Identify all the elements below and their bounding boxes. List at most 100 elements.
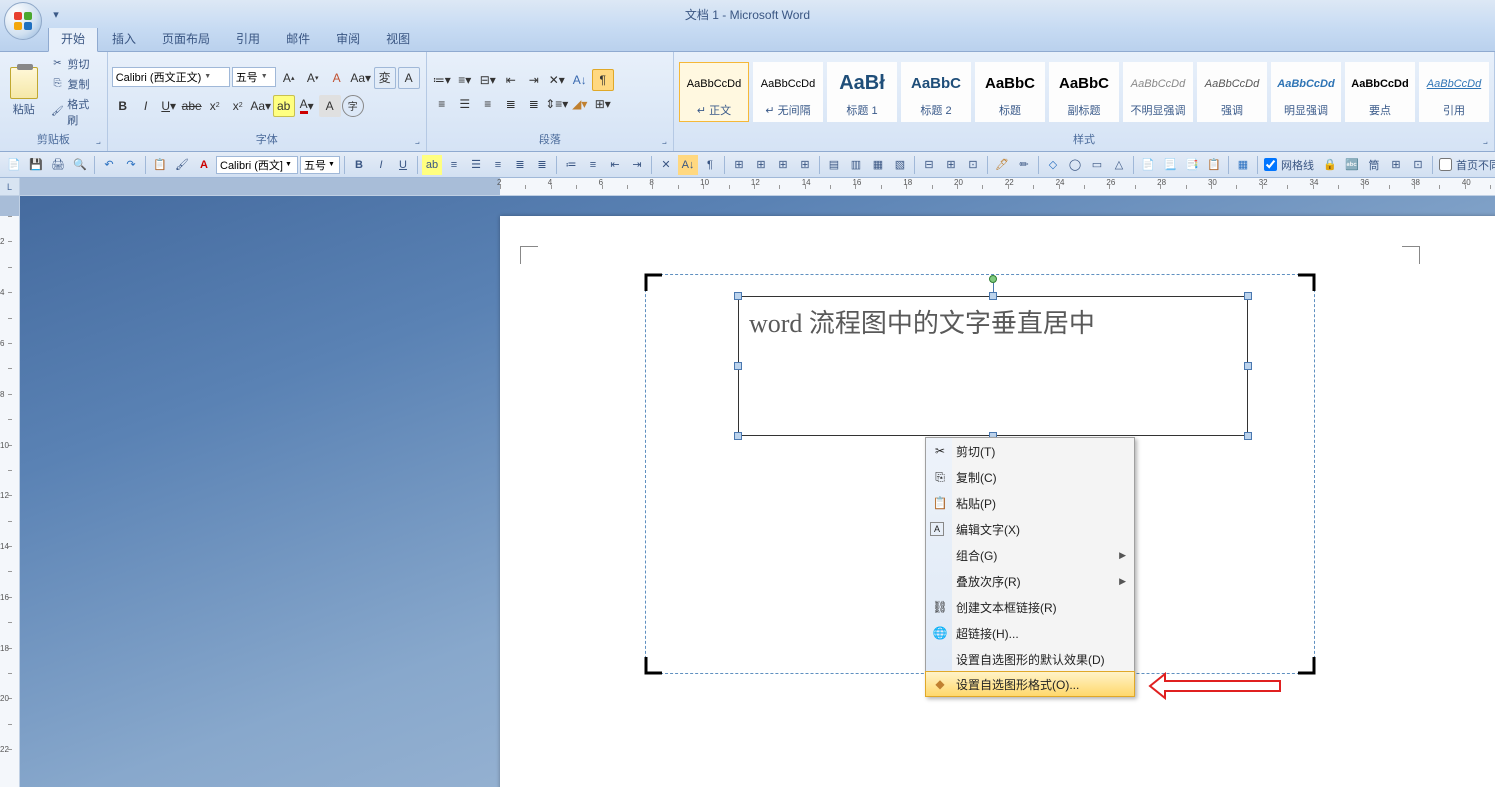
tab-layout[interactable]: 页面布局: [150, 26, 222, 51]
tb-align-left-icon[interactable]: ≡: [444, 155, 464, 175]
tb-merge1-icon[interactable]: ⊟: [919, 155, 939, 175]
resize-handle[interactable]: [734, 362, 742, 370]
tb-merge3-icon[interactable]: ⊡: [963, 155, 983, 175]
tb-misc3-icon[interactable]: ¶: [700, 155, 720, 175]
change-case-button[interactable]: Aa▾: [350, 67, 372, 89]
tb-indent-icon[interactable]: ⇥: [627, 155, 647, 175]
indent-inc-button[interactable]: ⇥: [523, 69, 545, 91]
tab-view[interactable]: 视图: [374, 26, 422, 51]
canvas-corner-icon[interactable]: [1296, 273, 1316, 293]
style-emphasis[interactable]: AaBbCcDd强调: [1197, 62, 1267, 122]
style-heading2[interactable]: AaBbC标题 2: [901, 62, 971, 122]
char-border-button[interactable]: A: [398, 67, 420, 89]
style-heading1[interactable]: AaBł标题 1: [827, 62, 897, 122]
resize-handle[interactable]: [734, 292, 742, 300]
tb-shape1-icon[interactable]: ◇: [1043, 155, 1063, 175]
ctx-cut[interactable]: ✂剪切(T): [926, 438, 1134, 464]
ctx-create-link[interactable]: ⛓创建文本框链接(R): [926, 594, 1134, 620]
tb-draw2-icon[interactable]: ✏: [1014, 155, 1034, 175]
tb-print-icon[interactable]: 🖨: [48, 155, 68, 175]
office-button[interactable]: [4, 2, 42, 40]
tb-more1-icon[interactable]: ⊞: [1386, 155, 1406, 175]
tb-size-combo[interactable]: 五号▼: [300, 156, 340, 174]
style-subtitle[interactable]: AaBbC副标题: [1049, 62, 1119, 122]
multilevel-button[interactable]: ⊟▾: [477, 69, 499, 91]
tb-table2-icon[interactable]: ⊞: [751, 155, 771, 175]
ctx-hyperlink[interactable]: 🌐超链接(H)...: [926, 620, 1134, 646]
tb-doc3-icon[interactable]: 📑: [1182, 155, 1202, 175]
shrink-font-button[interactable]: A▾: [302, 67, 324, 89]
underline-button[interactable]: U▾: [158, 95, 180, 117]
tb-rows3-icon[interactable]: ▦: [868, 155, 888, 175]
ctx-order[interactable]: 叠放次序(R)▶: [926, 568, 1134, 594]
tb-shape3-icon[interactable]: ▭: [1087, 155, 1107, 175]
tb-misc2-icon[interactable]: A↓: [678, 155, 698, 175]
align-justify-button[interactable]: ≣: [500, 93, 522, 115]
resize-handle[interactable]: [734, 432, 742, 440]
tb-align-justify-icon[interactable]: ≣: [510, 155, 530, 175]
enclose-char-button[interactable]: 字: [342, 95, 364, 117]
tb-align-center-icon[interactable]: ☰: [466, 155, 486, 175]
show-marks-button[interactable]: ¶: [592, 69, 614, 91]
tb-doc4-icon[interactable]: 📋: [1204, 155, 1224, 175]
clear-format-button[interactable]: A: [326, 67, 348, 89]
tab-insert[interactable]: 插入: [100, 26, 148, 51]
ctx-paste[interactable]: 📋粘贴(P): [926, 490, 1134, 516]
bullets-button[interactable]: ≔▾: [431, 69, 453, 91]
highlight-button[interactable]: ab: [273, 95, 295, 117]
tb-highlight-icon[interactable]: ab: [422, 155, 442, 175]
canvas-corner-icon[interactable]: [644, 655, 664, 675]
style-normal[interactable]: AaBbCcDd↵ 正文: [679, 62, 749, 122]
rotate-handle[interactable]: [989, 275, 997, 283]
tb-preview-icon[interactable]: 🔍: [70, 155, 90, 175]
tb-font-color-icon[interactable]: A: [194, 155, 214, 175]
tb-draw1-icon[interactable]: 🖊: [992, 155, 1012, 175]
numbering-button[interactable]: ≡▾: [454, 69, 476, 91]
tab-mailings[interactable]: 邮件: [274, 26, 322, 51]
tb-redo-icon[interactable]: ↷: [121, 155, 141, 175]
canvas-corner-icon[interactable]: [644, 273, 664, 293]
canvas-corner-icon[interactable]: [1296, 655, 1316, 675]
align-distribute-button[interactable]: ≣: [523, 93, 545, 115]
paste-button[interactable]: 粘贴: [4, 57, 43, 127]
ctx-group[interactable]: 组合(G)▶: [926, 542, 1134, 568]
tab-review[interactable]: 审阅: [324, 26, 372, 51]
tb-bold-icon[interactable]: B: [349, 155, 369, 175]
tb-grid-icon[interactable]: ▦: [1233, 155, 1253, 175]
resize-handle[interactable]: [989, 292, 997, 300]
tb-undo-icon[interactable]: ↶: [99, 155, 119, 175]
text-box[interactable]: word 流程图中的文字垂直居中: [738, 296, 1248, 436]
ctx-edit-text[interactable]: A编辑文字(X): [926, 516, 1134, 542]
grow-font-button[interactable]: A▴: [278, 67, 300, 89]
document-area[interactable]: word 流程图中的文字垂直居中 ✂剪切(T) ⎘复制(C) 📋粘贴(P) A编…: [20, 196, 1495, 787]
resize-handle[interactable]: [1244, 432, 1252, 440]
style-intense-emph[interactable]: AaBbCcDd明显强调: [1271, 62, 1341, 122]
tb-outdent-icon[interactable]: ⇤: [605, 155, 625, 175]
borders-button[interactable]: ⊞▾: [592, 93, 614, 115]
superscript-button[interactable]: x2: [227, 95, 249, 117]
tb-table1-icon[interactable]: ⊞: [729, 155, 749, 175]
align-right-button[interactable]: ≡: [477, 93, 499, 115]
styles-gallery[interactable]: AaBbCcDd↵ 正文 AaBbCcDd↵ 无间隔 AaBł标题 1 AaBb…: [678, 54, 1490, 129]
tb-numbering-icon[interactable]: ≡: [583, 155, 603, 175]
text-effects-button[interactable]: Aa▾: [250, 95, 272, 117]
tab-references[interactable]: 引用: [224, 26, 272, 51]
phonetic-guide-button[interactable]: 変: [374, 67, 396, 89]
tb-font-combo[interactable]: Calibri (西文]▼: [216, 156, 298, 174]
bold-button[interactable]: B: [112, 95, 134, 117]
sort-button[interactable]: A↓: [569, 69, 591, 91]
tb-table3-icon[interactable]: ⊞: [773, 155, 793, 175]
tb-shape2-icon[interactable]: ◯: [1065, 155, 1085, 175]
indent-dec-button[interactable]: ⇤: [500, 69, 522, 91]
tb-replace-icon[interactable]: 筒: [1364, 155, 1384, 175]
text-box-content[interactable]: word 流程图中的文字垂直居中: [739, 297, 1247, 346]
resize-handle[interactable]: [1244, 292, 1252, 300]
style-strong[interactable]: AaBbCcDd要点: [1345, 62, 1415, 122]
tb-align-dist-icon[interactable]: ≣: [532, 155, 552, 175]
italic-button[interactable]: I: [135, 95, 157, 117]
format-painter-button[interactable]: 🖌格式刷: [47, 95, 102, 129]
ctx-format-shape[interactable]: ◆设置自选图形格式(O)...: [925, 671, 1135, 697]
tb-misc1-icon[interactable]: ✕: [656, 155, 676, 175]
style-subtle-emph[interactable]: AaBbCcDd不明显强调: [1123, 62, 1193, 122]
font-color-button[interactable]: A▾: [296, 95, 318, 117]
